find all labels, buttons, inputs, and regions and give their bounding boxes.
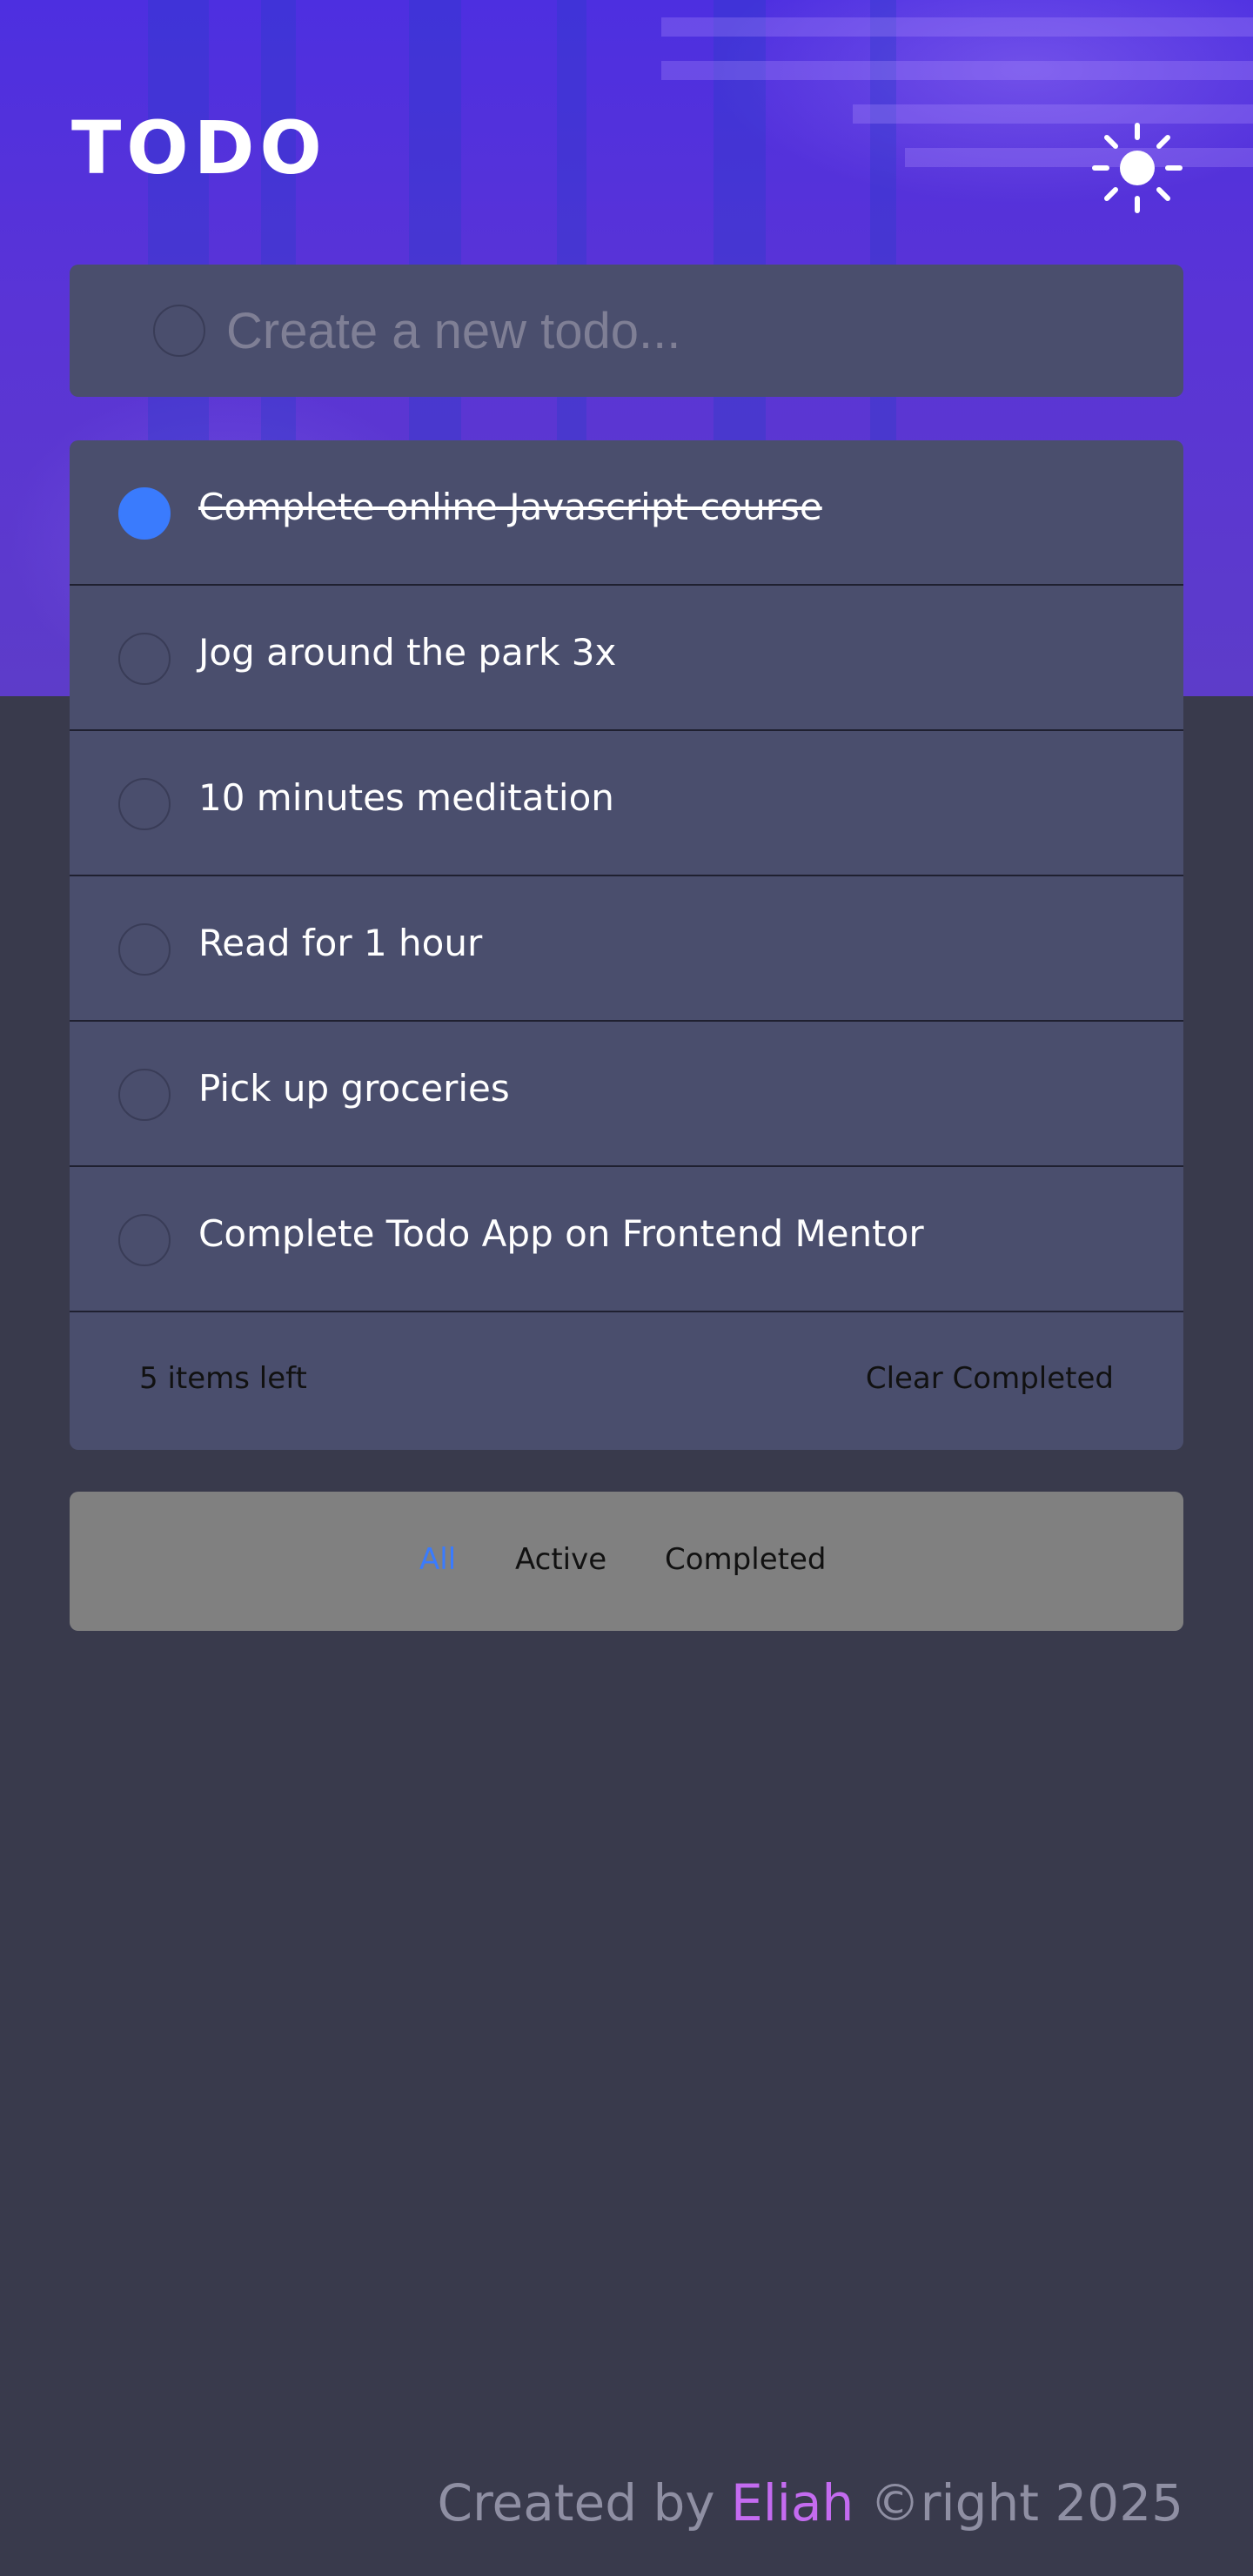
todo-text: Read for 1 hour <box>198 922 483 964</box>
theme-toggle-button[interactable] <box>1091 122 1183 214</box>
todo-text: Complete Todo App on Frontend Mentor <box>198 1212 924 1255</box>
clear-completed-button[interactable]: Clear Completed <box>866 1361 1114 1396</box>
todo-item[interactable]: Complete online Javascript course <box>70 440 1183 586</box>
todo-item[interactable]: Read for 1 hour <box>70 876 1183 1022</box>
todo-item[interactable]: 10 minutes meditation <box>70 731 1183 876</box>
filter-all[interactable]: All <box>419 1542 456 1577</box>
todo-item[interactable]: Complete Todo App on Frontend Mentor <box>70 1167 1183 1312</box>
filter-active[interactable]: Active <box>515 1542 606 1577</box>
filter-bar: All Active Completed <box>70 1492 1183 1631</box>
list-footer: 5 items left Clear Completed <box>70 1312 1183 1450</box>
todo-text: Pick up groceries <box>198 1067 510 1110</box>
todo-list: Complete online Javascript course Jog ar… <box>70 440 1183 1450</box>
page-title: TODO <box>71 105 327 191</box>
todo-app-page: TODO Complete online Javascript course <box>0 0 1253 2576</box>
todo-item[interactable]: Pick up groceries <box>70 1022 1183 1167</box>
new-todo-circle <box>153 305 205 357</box>
sun-icon <box>1092 123 1183 213</box>
credit-suffix: ©right 2025 <box>854 2473 1183 2532</box>
todo-checkbox[interactable] <box>118 633 171 685</box>
todo-text: Jog around the park 3x <box>198 631 617 674</box>
author-link[interactable]: Eliah <box>731 2473 854 2532</box>
todo-text: Complete online Javascript course <box>198 486 822 528</box>
new-todo-input[interactable] <box>226 296 1149 366</box>
todo-checkbox[interactable] <box>118 1214 171 1266</box>
filter-completed[interactable]: Completed <box>665 1542 826 1577</box>
todo-checkbox[interactable] <box>118 1069 171 1121</box>
credit-prefix: Created by <box>437 2473 732 2532</box>
todo-item[interactable]: Jog around the park 3x <box>70 586 1183 731</box>
todo-checkbox[interactable] <box>118 778 171 830</box>
new-todo-bar <box>70 265 1183 397</box>
footer-credit: Created by Eliah ©right 2025 <box>437 2473 1183 2532</box>
todo-checkbox[interactable] <box>118 487 171 540</box>
todo-checkbox[interactable] <box>118 923 171 976</box>
items-left-count: 5 items left <box>139 1361 307 1396</box>
todo-text: 10 minutes meditation <box>198 776 614 819</box>
